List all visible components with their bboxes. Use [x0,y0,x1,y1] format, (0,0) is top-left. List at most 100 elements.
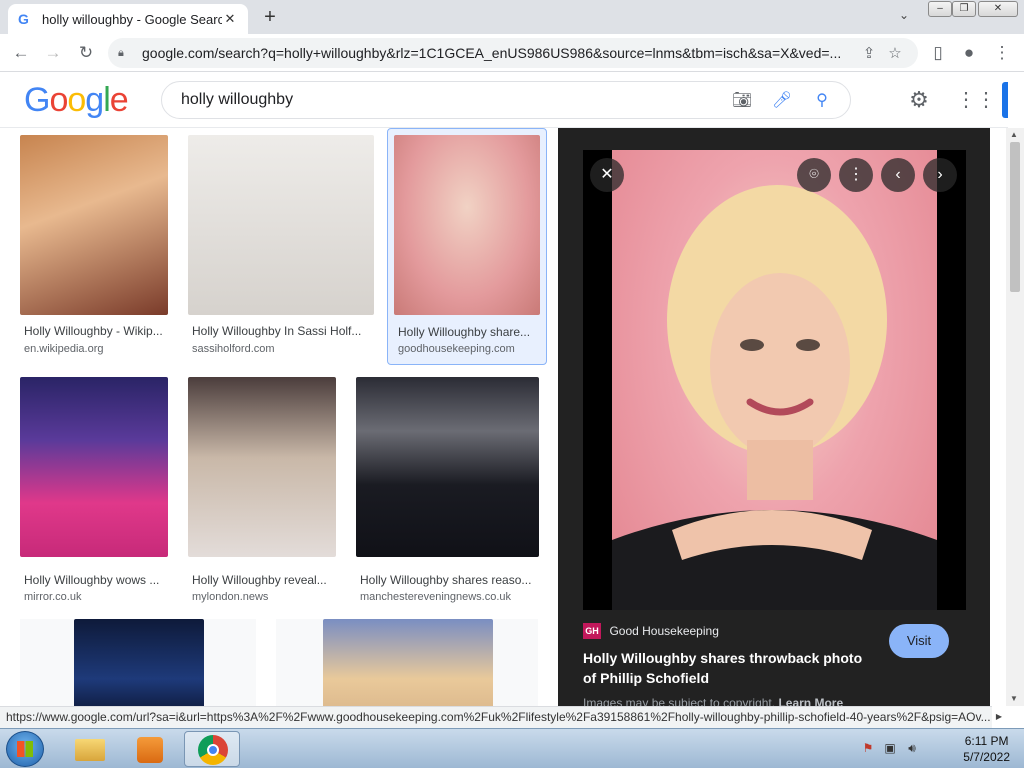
previous-chevron-icon[interactable]: ‹ [881,158,915,192]
tab-google-search[interactable]: G holly willoughby - Google Search ✕ [8,4,248,34]
address-url[interactable]: google.com/search?q=holly+willoughby&rlz… [142,45,856,61]
result-title[interactable]: Holly Willoughby reveal... [192,573,338,587]
new-tab-button[interactable]: + [258,6,282,30]
result-thumbnail[interactable] [20,377,168,557]
scroll-right-arrow-icon[interactable]: ▶ [992,708,1006,726]
clock-date: 5/7/2022 [963,750,1010,764]
chrome-menu-icon[interactable]: ⋮ [989,40,1015,66]
preview-portrait-illustration [612,185,937,610]
result-card-7[interactable] [20,619,256,706]
more-options-icon[interactable]: ⋮ [839,158,873,192]
preview-image[interactable] [612,150,937,610]
google-header: Google holly willoughby 📷︎ 🎤︎ ⚲ ⚙ ⋮⋮ [0,72,1008,128]
folder-icon [75,739,105,761]
share-icon[interactable]: ⇪ [856,44,882,62]
preview-image-frame: ✕ ⌾ ⋮ ‹ › [583,150,966,610]
taskbar-media-player[interactable] [122,731,178,767]
search-input[interactable]: holly willoughby [181,91,722,109]
result-source[interactable]: sassiholford.com [192,343,275,355]
result-source[interactable]: goodhousekeeping.com [398,343,515,355]
restore-button[interactable]: ❐ [952,1,976,17]
settings-gear-icon[interactable]: ⚙ [905,86,933,114]
network-icon[interactable]: ▣ [882,741,898,757]
preview-metadata: GH Good Housekeeping Visit Holly Willoug… [583,622,966,706]
image-results-grid: Holly Willoughby - Wikip... en.wikipedia… [0,128,558,706]
result-card-3-selected[interactable]: Holly Willoughby share... goodhousekeepi… [387,128,547,365]
back-arrow-icon[interactable]: ← [8,40,34,66]
learn-more-link[interactable]: Learn More [778,696,843,706]
lens-search-icon[interactable]: ⌾ [797,158,831,192]
result-thumbnail[interactable] [188,135,374,315]
result-thumbnail[interactable] [394,135,540,315]
preview-headline[interactable]: Holly Willoughby shares throwback photo … [583,648,873,688]
close-window-button[interactable]: ✕ [978,1,1018,17]
result-thumbnail[interactable] [323,619,493,706]
next-chevron-icon[interactable]: › [923,158,957,192]
image-preview-panel: ✕ ⌾ ⋮ ‹ › GH Good Housekeeping Visit Hol… [558,128,990,706]
forward-arrow-icon[interactable]: → [40,40,66,66]
windows-taskbar: ⚑ ▣ 🔊︎ 6:11 PM 5/7/2022 [0,728,1024,768]
address-bar[interactable]: 🔒︎ google.com/search?q=holly+willoughby&… [108,38,918,68]
result-card-4[interactable]: Holly Willoughby wows ... mirror.co.uk [20,377,170,603]
link-status-bar: https://www.google.com/url?sa=i&url=http… [0,706,992,728]
chrome-icon [198,735,228,765]
microphone-icon[interactable]: 🎤︎ [762,90,802,110]
result-source[interactable]: manchestereveningnews.co.uk [360,591,511,603]
result-source[interactable]: en.wikipedia.org [24,343,104,355]
result-title[interactable]: Holly Willoughby shares reaso... [360,573,540,587]
media-player-icon [137,737,163,763]
taskbar-clock[interactable]: 6:11 PM 5/7/2022 [963,733,1010,765]
result-card-6[interactable]: Holly Willoughby shares reaso... manches… [356,377,546,603]
result-thumbnail[interactable] [20,135,168,315]
action-center-flag-icon[interactable]: ⚑ [860,741,876,757]
clock-time: 6:11 PM [964,734,1009,748]
close-preview-icon[interactable]: ✕ [590,158,624,192]
search-icon[interactable]: ⚲ [802,90,842,110]
google-favicon-icon: G [18,11,29,27]
result-title[interactable]: Holly Willoughby wows ... [24,573,170,587]
reload-icon[interactable]: ↻ [73,40,99,66]
tab-title: holly willoughby - Google Search [42,11,222,27]
google-logo[interactable]: Google [24,81,129,120]
page-scrollbar[interactable]: ▲ ▼ [1006,128,1024,706]
profile-avatar-icon[interactable]: ● [956,40,982,66]
result-card-8[interactable] [276,619,538,706]
result-thumbnail[interactable] [188,377,336,557]
volume-icon[interactable]: 🔊︎ [904,741,920,757]
tab-search-chevron-icon[interactable]: ⌄ [893,8,915,28]
side-panel-icon[interactable]: ▯ [925,40,951,66]
windows-flag-icon [17,741,33,757]
copyright-text: Images may be subject to copyright. [583,696,776,706]
result-card-2[interactable]: Holly Willoughby In Sassi Holf... sassih… [188,135,378,360]
result-thumbnail[interactable] [356,377,539,557]
result-source[interactable]: mylondon.news [192,591,268,603]
scroll-up-arrow-icon[interactable]: ▲ [1010,130,1018,139]
copyright-notice: Images may be subject to copyright. Lear… [583,696,843,706]
result-title[interactable]: Holly Willoughby share... [398,325,536,339]
apps-grid-icon[interactable]: ⋮⋮ [956,86,996,114]
bookmark-star-icon[interactable]: ☆ [882,44,908,62]
result-source[interactable]: mirror.co.uk [24,591,81,603]
camera-icon[interactable]: 📷︎ [722,90,762,110]
minimize-button[interactable]: – [928,1,952,17]
result-card-5[interactable]: Holly Willoughby reveal... mylondon.news [188,377,338,603]
good-housekeeping-logo: GH [583,622,601,639]
preview-site-name[interactable]: Good Housekeeping [609,624,718,638]
taskbar-explorer[interactable] [62,731,118,767]
tab-close-icon[interactable]: ✕ [222,11,238,27]
visit-button[interactable]: Visit [889,624,949,658]
taskbar-chrome[interactable] [184,731,240,767]
sign-in-button-edge[interactable] [1002,82,1008,118]
tab-strip: G holly willoughby - Google Search ✕ + ⌄… [0,0,1024,34]
result-title[interactable]: Holly Willoughby In Sassi Holf... [192,324,372,338]
scrollbar-thumb[interactable] [1010,142,1020,292]
scroll-down-arrow-icon[interactable]: ▼ [1010,694,1018,703]
search-box[interactable]: holly willoughby 📷︎ 🎤︎ ⚲ [161,81,851,119]
result-title[interactable]: Holly Willoughby - Wikip... [24,324,170,338]
result-card-1[interactable]: Holly Willoughby - Wikip... en.wikipedia… [20,135,170,360]
start-button[interactable] [6,731,44,767]
lock-icon: 🔒︎ [118,46,124,59]
browser-toolbar: ← → ↻ 🔒︎ google.com/search?q=holly+willo… [0,34,1024,72]
result-thumbnail[interactable] [74,619,204,706]
system-tray: ⚑ ▣ 🔊︎ 6:11 PM 5/7/2022 [858,729,1024,769]
